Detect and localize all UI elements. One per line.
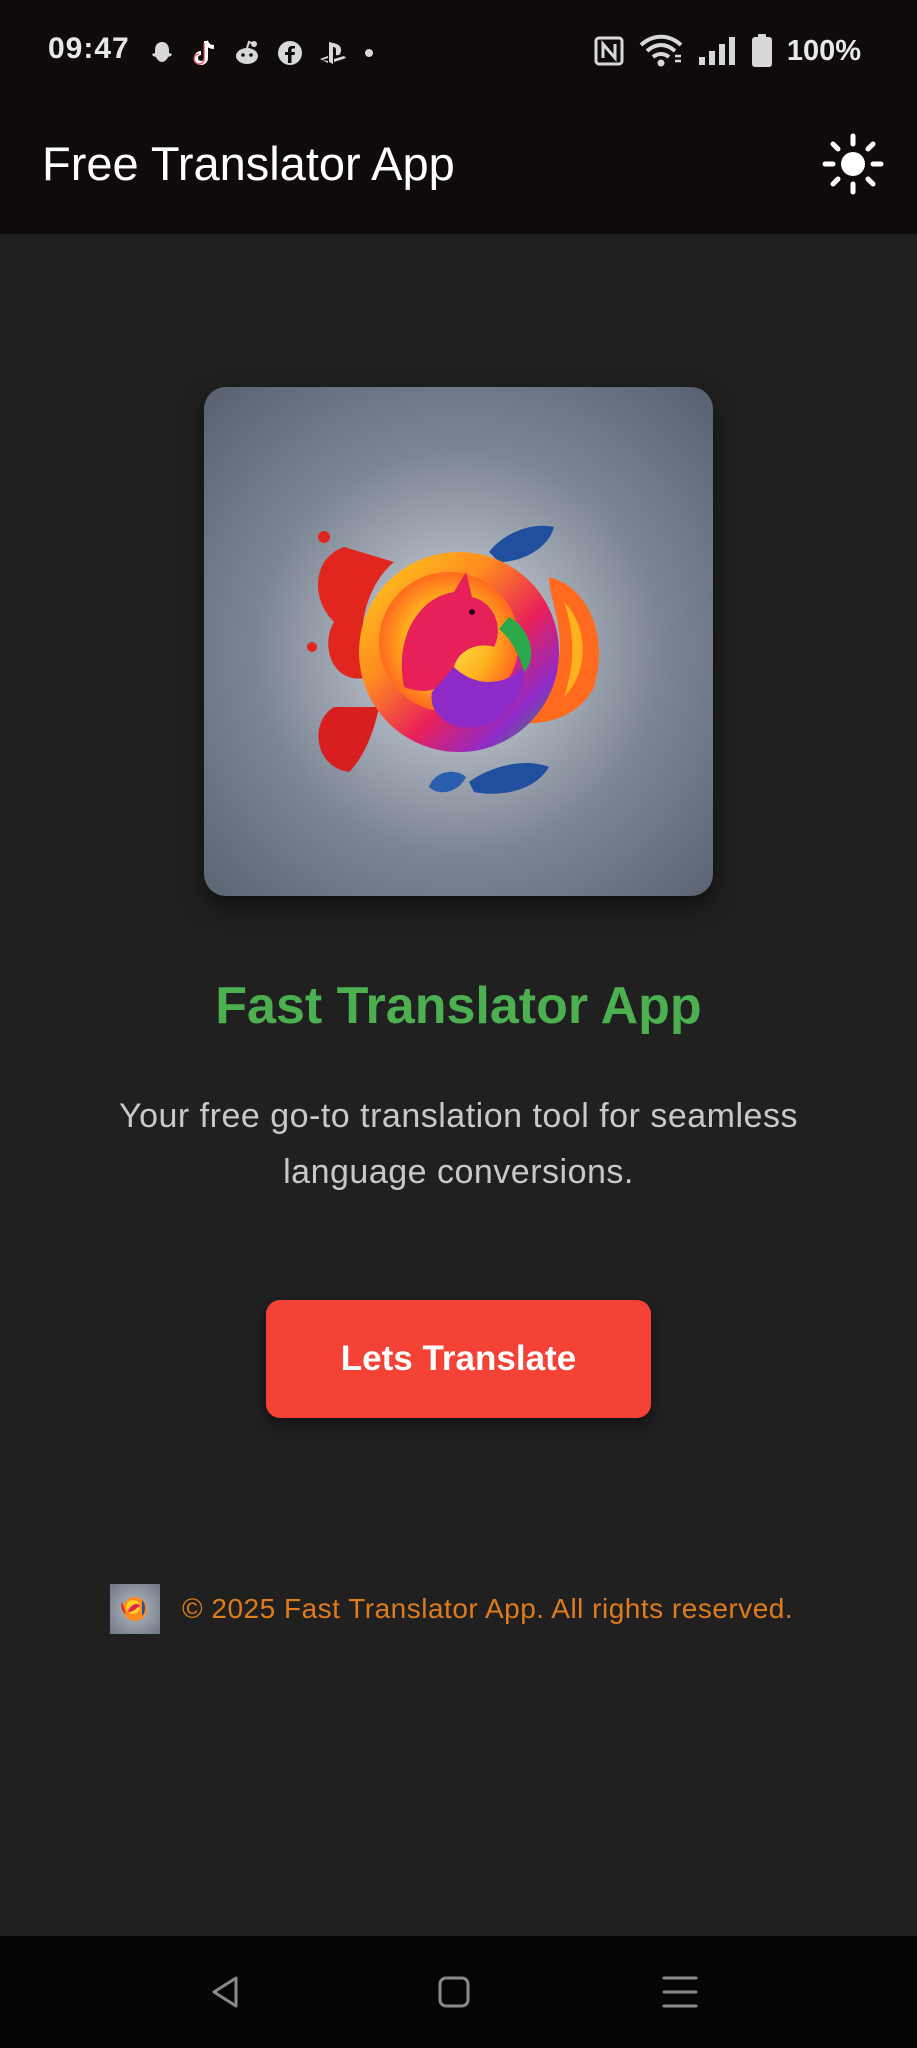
menu-icon [662, 1976, 698, 2008]
tagline-text: Your free go-to translation tool for sea… [119, 1097, 798, 1191]
theme-toggle-button[interactable] [821, 132, 885, 196]
home-icon [438, 1976, 470, 2008]
app-bar: Free Translator App [0, 106, 917, 234]
battery-percent: 100% [786, 34, 861, 67]
nav-back-button[interactable] [200, 1966, 252, 2018]
status-time: 09:47 [48, 32, 130, 65]
wifi-icon [639, 34, 683, 67]
playstation-icon [320, 42, 346, 64]
nav-home-button[interactable] [428, 1966, 480, 2018]
nav-recents-button[interactable] [654, 1966, 706, 2018]
app-title: Free Translator App [42, 137, 455, 190]
footer-logo-icon [110, 1584, 160, 1634]
tiktok-icon [193, 40, 215, 65]
app-logo-image [204, 387, 713, 896]
copyright-text: © 2025 Fast Translator App. All rights r… [182, 1593, 794, 1624]
lets-translate-button[interactable]: Lets Translate [266, 1300, 651, 1418]
status-bar: 09:47 100% [0, 0, 917, 106]
system-nav-bar [0, 1936, 917, 2048]
reddit-icon [236, 40, 258, 64]
dot-icon [365, 49, 373, 57]
system-icons: 100% [593, 34, 861, 68]
battery-icon [751, 34, 772, 67]
nfc-icon [594, 36, 624, 66]
sun-icon [822, 133, 884, 195]
footer: © 2025 Fast Translator App. All rights r… [110, 1584, 793, 1634]
brand-title: Fast Translator App [215, 977, 702, 1035]
snapchat-icon [152, 42, 172, 62]
fox-logo-icon [307, 525, 599, 794]
facebook-icon [278, 41, 302, 65]
notification-icons [148, 38, 376, 68]
signal-icon [698, 37, 735, 65]
back-icon [212, 1976, 238, 2008]
